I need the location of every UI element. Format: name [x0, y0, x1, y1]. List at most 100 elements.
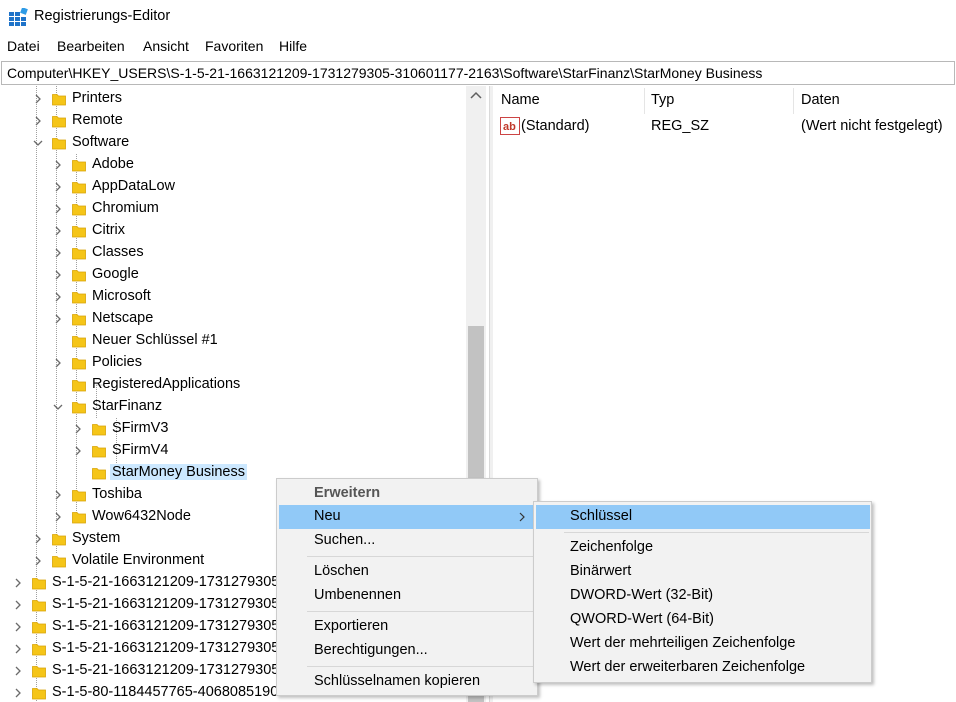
folder-icon [32, 644, 46, 656]
tree-node[interactable]: Netscape [0, 308, 466, 330]
menu-bearbeiten[interactable]: Bearbeiten [57, 38, 125, 54]
menu-item-exportieren[interactable]: Exportieren [279, 615, 535, 639]
tree-node[interactable]: Remote [0, 110, 466, 132]
submenu-item-binaerwert[interactable]: Binärwert [536, 560, 871, 584]
menu-ansicht[interactable]: Ansicht [143, 38, 189, 54]
tree-node[interactable]: Classes [0, 242, 466, 264]
submenu-item-zeichenfolge[interactable]: Zeichenfolge [536, 536, 871, 560]
tree-node-label[interactable]: Toshiba [90, 486, 144, 502]
tree-node[interactable]: RegisteredApplications [0, 374, 466, 396]
collapse-chevron-icon[interactable] [53, 402, 63, 412]
expand-chevron-icon[interactable] [53, 248, 63, 258]
tree-node[interactable]: StarFinanz [0, 396, 466, 418]
tree-node-label[interactable]: StarMoney Business [110, 464, 247, 480]
tree-node-label[interactable]: Chromium [90, 200, 161, 216]
expand-chevron-icon[interactable] [53, 358, 63, 368]
tree-node-label[interactable]: Citrix [90, 222, 127, 238]
expand-chevron-icon[interactable] [53, 204, 63, 214]
submenu-item-qword[interactable]: QWORD-Wert (64-Bit) [536, 608, 871, 632]
tree-node-label[interactable]: Remote [70, 112, 125, 128]
expand-chevron-icon[interactable] [53, 226, 63, 236]
expand-chevron-icon[interactable] [13, 644, 23, 654]
tree-node-label[interactable]: Neuer Schlüssel #1 [90, 332, 220, 348]
tree-node[interactable]: Software [0, 132, 466, 154]
expand-chevron-icon[interactable] [53, 490, 63, 500]
menu-item-berechtigungen[interactable]: Berechtigungen... [279, 639, 535, 663]
tree-node-label[interactable]: StarFinanz [90, 398, 164, 414]
tree-node-label[interactable]: SFirmV3 [110, 420, 170, 436]
tree-node-label[interactable]: Microsoft [90, 288, 153, 304]
expand-chevron-icon[interactable] [53, 182, 63, 192]
tree-node[interactable]: Printers [0, 88, 466, 110]
collapse-chevron-icon[interactable] [33, 138, 43, 148]
expand-chevron-icon[interactable] [33, 534, 43, 544]
expand-chevron-icon[interactable] [73, 446, 83, 456]
column-separator[interactable] [793, 88, 794, 114]
menu-item-loeschen[interactable]: Löschen [279, 560, 535, 584]
column-separator[interactable] [644, 88, 645, 114]
expand-chevron-icon[interactable] [33, 94, 43, 104]
tree-node-label[interactable]: Software [70, 134, 131, 150]
tree-node[interactable]: Chromium [0, 198, 466, 220]
tree-node-label[interactable]: Adobe [90, 156, 136, 172]
value-row[interactable]: ab (Standard) REG_SZ (Wert nicht festgel… [493, 116, 956, 138]
column-header-name[interactable]: Name [501, 92, 540, 108]
menu-separator [307, 556, 533, 557]
tree-node[interactable]: Google [0, 264, 466, 286]
submenu-item-dword[interactable]: DWORD-Wert (32-Bit) [536, 584, 871, 608]
column-header-data[interactable]: Daten [801, 92, 840, 108]
expand-chevron-icon[interactable] [73, 424, 83, 434]
address-path[interactable]: Computer\HKEY_USERS\S-1-5-21-1663121209-… [7, 65, 762, 81]
expand-chevron-icon[interactable] [53, 160, 63, 170]
address-bar[interactable]: Computer\HKEY_USERS\S-1-5-21-1663121209-… [1, 61, 955, 85]
submenu-item-mehrteilig[interactable]: Wert der mehrteiligen Zeichenfolge [536, 632, 871, 656]
tree-node[interactable]: Policies [0, 352, 466, 374]
tree-node[interactable]: AppDataLow [0, 176, 466, 198]
expand-chevron-icon[interactable] [53, 292, 63, 302]
expand-chevron-icon[interactable] [13, 578, 23, 588]
tree-node[interactable]: Adobe [0, 154, 466, 176]
expand-chevron-icon[interactable] [13, 622, 23, 632]
expand-chevron-icon[interactable] [13, 688, 23, 698]
tree-node-label[interactable]: RegisteredApplications [90, 376, 242, 392]
menu-hilfe[interactable]: Hilfe [279, 38, 307, 54]
tree-node-label[interactable]: Classes [90, 244, 146, 260]
tree-node[interactable]: Microsoft [0, 286, 466, 308]
submenu-item-erweiterbar[interactable]: Wert der erweiterbaren Zeichenfolge [536, 656, 871, 680]
expand-chevron-icon[interactable] [13, 600, 23, 610]
tree-node-label[interactable]: SFirmV4 [110, 442, 170, 458]
menu-item-neu[interactable]: Neu [279, 505, 535, 529]
tree-node-label[interactable]: Google [90, 266, 141, 282]
expand-chevron-icon[interactable] [53, 314, 63, 324]
menu-item-erweitern[interactable]: Erweitern [279, 482, 535, 506]
folder-icon [52, 116, 66, 128]
tree-node[interactable]: Neuer Schlüssel #1 [0, 330, 466, 352]
expand-chevron-icon[interactable] [33, 556, 43, 566]
menu-favoriten[interactable]: Favoriten [205, 38, 263, 54]
expand-chevron-icon[interactable] [53, 270, 63, 280]
expand-chevron-icon[interactable] [33, 116, 43, 126]
submenu-item-schluessel[interactable]: Schlüssel [536, 505, 870, 529]
tree-node-label[interactable]: System [70, 530, 122, 546]
scroll-up-arrow-icon[interactable] [470, 91, 482, 99]
menu-item-umbenennen[interactable]: Umbenennen [279, 584, 535, 608]
column-header-type[interactable]: Typ [651, 92, 674, 108]
expand-chevron-icon[interactable] [13, 666, 23, 676]
expand-chevron-icon[interactable] [53, 512, 63, 522]
tree-node-label[interactable]: AppDataLow [90, 178, 177, 194]
tree-node-label[interactable]: Policies [90, 354, 144, 370]
tree-node[interactable]: SFirmV4 [0, 440, 466, 462]
folder-icon [32, 600, 46, 612]
menu-datei[interactable]: Datei [7, 38, 40, 54]
folder-icon [92, 446, 106, 458]
tree-node[interactable]: Citrix [0, 220, 466, 242]
folder-icon [72, 226, 86, 238]
menu-item-suchen[interactable]: Suchen... [279, 529, 535, 553]
tree-node-label[interactable]: Wow6432Node [90, 508, 193, 524]
tree-node-label[interactable]: Printers [70, 90, 124, 106]
tree-node[interactable]: SFirmV3 [0, 418, 466, 440]
tree-node-label[interactable]: Volatile Environment [70, 552, 206, 568]
menu-item-schluesselnamen-kopieren[interactable]: Schlüsselnamen kopieren [279, 670, 535, 694]
folder-icon [72, 336, 86, 348]
tree-node-label[interactable]: Netscape [90, 310, 155, 326]
